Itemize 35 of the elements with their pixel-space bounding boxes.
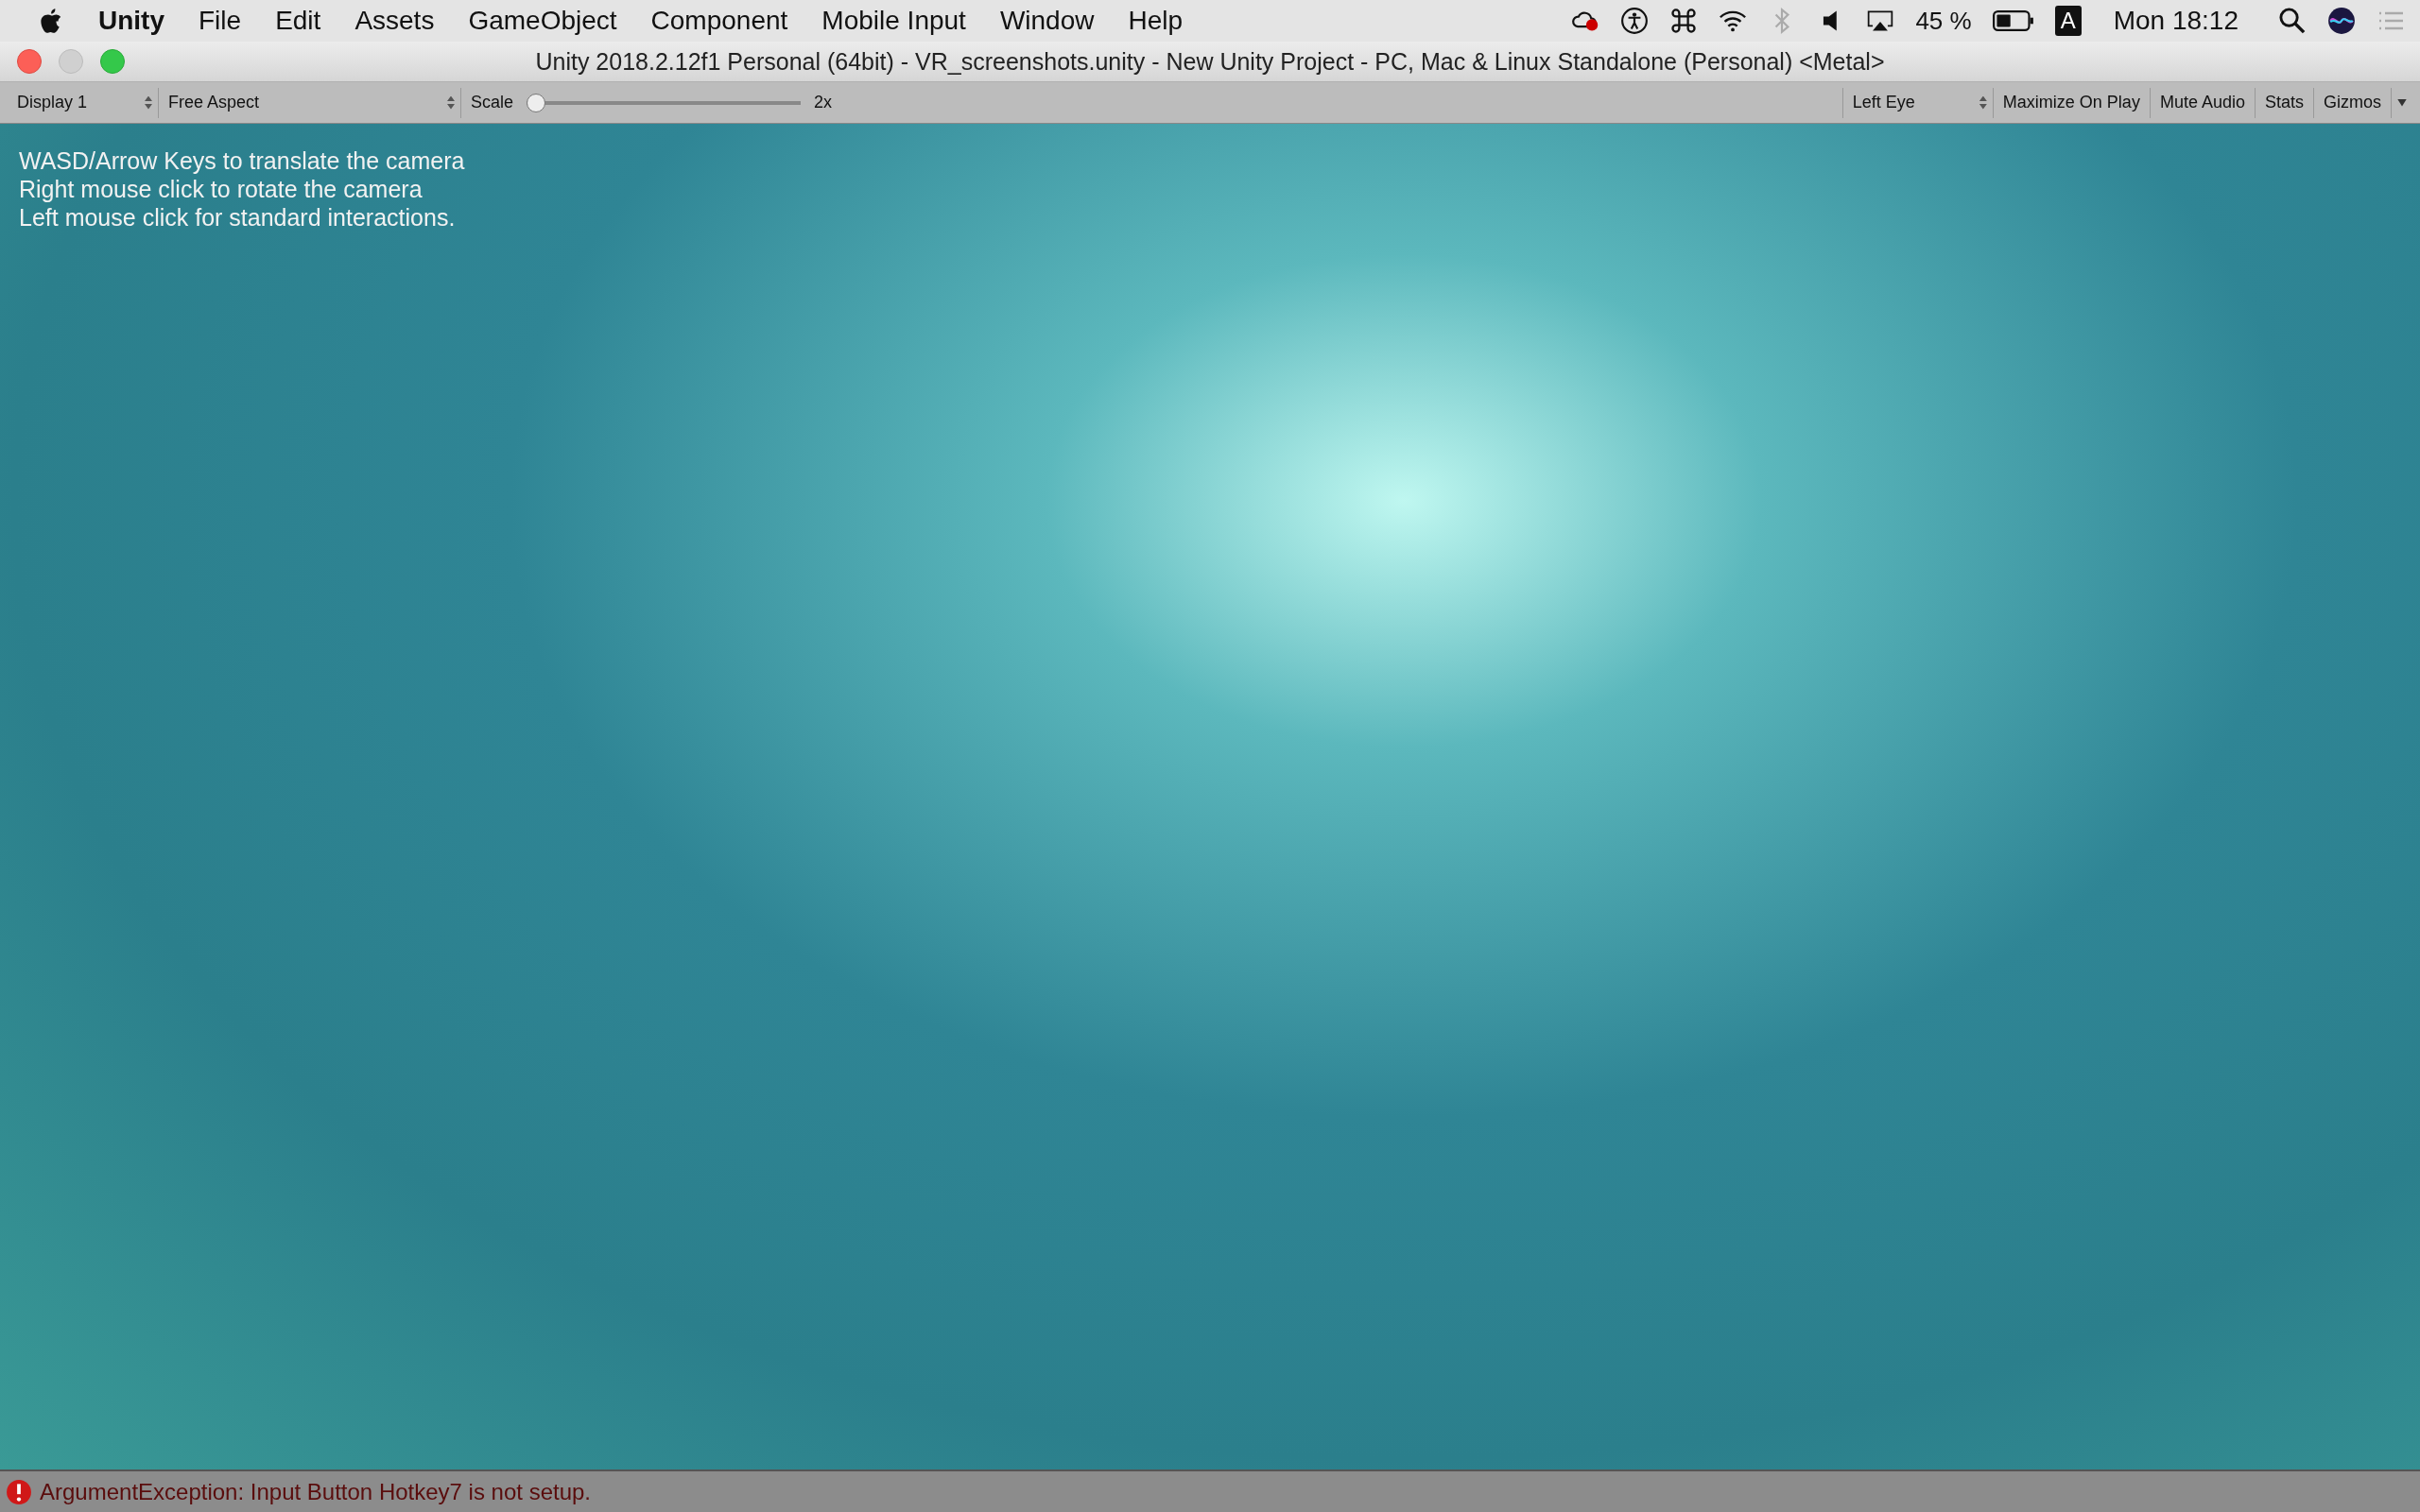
app-menu[interactable]: Unity — [98, 6, 164, 36]
scale-label: Scale — [471, 93, 514, 112]
aspect-dropdown[interactable]: Free Aspect — [159, 87, 461, 118]
instruction-text: WASD/Arrow Keys to translate the camera — [19, 146, 465, 175]
close-button[interactable] — [17, 49, 42, 74]
dropdown-caret-icon[interactable] — [2397, 98, 2407, 107]
menu-item[interactable]: Edit — [275, 6, 321, 36]
slider-thumb[interactable] — [527, 93, 546, 112]
toolbar-toggle-button[interactable]: Stats — [2255, 87, 2314, 118]
command-key-icon[interactable] — [1669, 7, 1699, 35]
siri-icon[interactable] — [2327, 7, 2356, 35]
search-icon[interactable] — [2278, 7, 2307, 35]
toolbar-toggle-button[interactable]: Mute Audio — [2150, 87, 2256, 118]
console-error-message[interactable]: ArgumentException: Input Button Hotkey7 is not setup. — [40, 1478, 591, 1505]
battery-percentage[interactable]: 45 % — [1915, 6, 1972, 36]
input-source-badge[interactable]: A — [2054, 6, 2082, 36]
menu-bar-clock[interactable]: Mon 18:12 — [2113, 6, 2238, 36]
instruction-text: Left mouse click for standard interactions. — [19, 203, 456, 232]
display-dropdown[interactable]: Display 1 — [8, 87, 159, 118]
menu-item[interactable]: Component — [650, 6, 788, 36]
instruction-text: Right mouse click to rotate the camera — [19, 175, 423, 203]
toolbar-toggle-button[interactable]: Gizmos — [2314, 87, 2392, 118]
accessibility-icon[interactable] — [1620, 7, 1650, 35]
menu-item[interactable]: Mobile Input — [821, 6, 966, 36]
menu-item[interactable]: Window — [999, 6, 1095, 36]
menu-item[interactable]: Assets — [354, 6, 435, 36]
scale-value: 2x — [814, 93, 833, 112]
menu-item[interactable]: Help — [1128, 6, 1184, 36]
apple-logo-icon[interactable] — [38, 7, 62, 35]
error-icon — [6, 1478, 32, 1505]
menu-item[interactable]: GameObject — [468, 6, 617, 36]
menu-item[interactable]: File — [199, 6, 242, 36]
window-title: Unity 2018.2.12f1 Personal (64bit) - VR_screenshots.unity - New Unity Project - PC, Mac & Linux Standalone (Personal) <Metal> — [534, 47, 1886, 76]
eye-dropdown[interactable]: Left Eye — [1841, 87, 1994, 118]
toolbar-toggle-button[interactable]: Maximize On Play — [1993, 87, 2151, 118]
